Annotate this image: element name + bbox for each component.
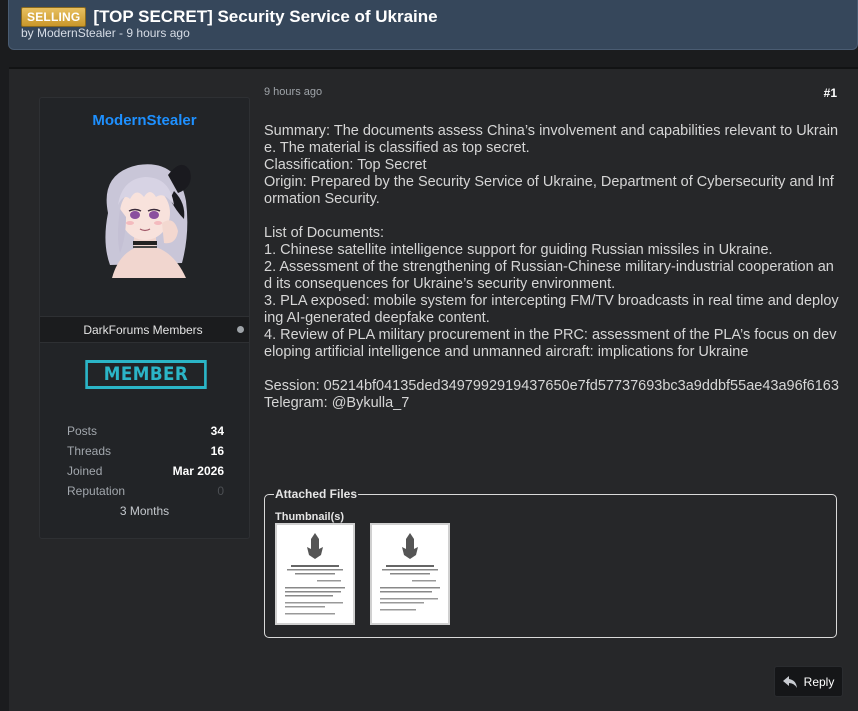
post-date[interactable]: 9 hours ago [264,86,322,98]
stat-value[interactable]: 16 [211,444,224,464]
user-card: ModernStealer DarkForums Members MEMBER … [39,97,250,539]
title-row: SELLING [TOP SECRET] Security Service of… [21,7,438,27]
user-tenure: 3 Months [119,504,170,518]
thumbnails-label: Thumbnail(s) [275,511,345,523]
post-line: 1. Chinese satellite intelligence suppor… [264,242,773,258]
stat-joined: Joined Mar 2026 [67,464,224,484]
post-line: 2. Assessment of the strengthening of Ru… [264,259,834,292]
document-thumbnail-icon [277,525,353,623]
rank-badge: MEMBER [85,360,207,389]
stat-value[interactable]: 0 [217,484,224,504]
post-line: Session: 05214bf04135ded3497992919437650… [264,378,839,394]
post-line: Origin: Prepared by the Security Service… [264,174,834,207]
stat-label: Reputation [67,484,126,498]
post-line: Classification: Top Secret [264,157,427,173]
post-body: Summary: The documents assess China’s in… [264,123,839,412]
stat-posts: Posts 34 [67,424,224,444]
reply-button[interactable]: Reply [774,666,843,697]
stat-value[interactable]: 34 [211,424,224,444]
post-line: Summary: The documents assess China’s in… [264,123,839,156]
reply-arrow-icon [782,675,797,688]
post: ModernStealer DarkForums Members MEMBER … [9,67,858,711]
user-group-row: DarkForums Members [40,316,249,343]
stat-threads: Threads 16 [67,444,224,464]
stat-reputation: Reputation 0 [67,484,224,504]
thread-byline: by ModernStealer - 9 hours ago [21,26,190,40]
username[interactable]: ModernStealer [40,112,249,129]
stat-label: Joined [67,464,103,478]
post-line: Telegram: @Bykulla_7 [264,395,410,411]
post-line: 4. Review of PLA military procurement in… [264,327,837,360]
prefix-badge[interactable]: SELLING [21,7,87,27]
thread-header: SELLING [TOP SECRET] Security Service of… [8,0,858,50]
post-line: 3. PLA exposed: mobile system for interc… [264,293,839,326]
attachment-thumbnail[interactable] [275,523,355,625]
attachment-thumbnail[interactable] [370,523,450,625]
document-thumbnail-icon [372,525,448,623]
attached-files-legend: Attached Files [274,487,359,501]
reply-label: Reply [803,674,835,689]
avatar[interactable] [90,153,200,278]
stat-label: Posts [67,424,98,438]
thread-title[interactable]: [TOP SECRET] Security Service of Ukraine [93,7,437,27]
user-group: DarkForums Members [83,323,203,337]
post-line [264,208,839,225]
stat-value: Mar 2026 [172,464,224,478]
user-stats: Posts 34 Threads 16 Joined Mar 2026 Repu… [67,424,224,504]
online-status-icon [237,326,244,333]
post-line [264,361,839,378]
post-number[interactable]: #1 [824,86,837,100]
attached-files: Attached Files Thumbnail(s) [264,487,837,638]
stat-label: Threads [67,444,112,458]
post-line: List of Documents: [264,225,385,241]
